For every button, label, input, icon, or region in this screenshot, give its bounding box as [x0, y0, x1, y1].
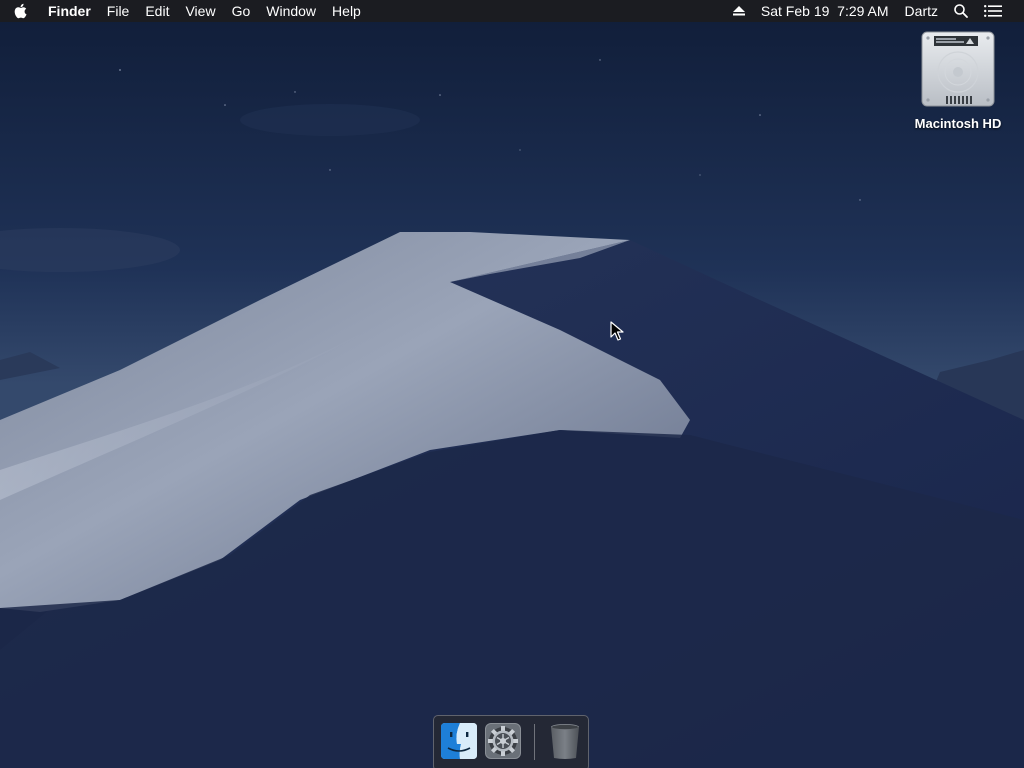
- dock-item-finder[interactable]: [440, 722, 478, 760]
- notification-center-icon[interactable]: [976, 5, 1010, 17]
- desktop-wallpaper: [0, 0, 1024, 768]
- finder-icon: [441, 723, 477, 759]
- menu-app-finder[interactable]: Finder: [40, 0, 99, 22]
- menu-help[interactable]: Help: [324, 0, 369, 22]
- desktop-screen: Finder File Edit View Go Window Help Sat…: [0, 0, 1024, 768]
- desktop-icon-macintosh-hd[interactable]: Macintosh HD: [906, 30, 1010, 131]
- menu-file[interactable]: File: [99, 0, 138, 22]
- menu-view[interactable]: View: [177, 0, 223, 22]
- dock-item-system-preferences[interactable]: [484, 722, 522, 760]
- menu-user[interactable]: Dartz: [897, 0, 946, 22]
- menu-clock[interactable]: Sat Feb 19 7:29 AM: [753, 0, 897, 22]
- menu-window[interactable]: Window: [258, 0, 324, 22]
- desktop-icon-label: Macintosh HD: [914, 116, 1002, 131]
- menu-edit[interactable]: Edit: [137, 0, 177, 22]
- eject-icon[interactable]: [725, 6, 753, 16]
- apple-menu-icon[interactable]: [0, 0, 40, 22]
- menu-bar: Finder File Edit View Go Window Help Sat…: [0, 0, 1024, 22]
- dock-divider: [534, 724, 535, 760]
- hard-drive-icon: [921, 31, 995, 107]
- system-preferences-icon: [485, 723, 521, 759]
- menu-go[interactable]: Go: [224, 0, 259, 22]
- mouse-cursor-icon: [610, 321, 624, 341]
- dock: [433, 715, 589, 768]
- dock-item-trash[interactable]: [546, 722, 584, 760]
- spotlight-search-icon[interactable]: [946, 4, 976, 18]
- trash-icon: [551, 724, 579, 759]
